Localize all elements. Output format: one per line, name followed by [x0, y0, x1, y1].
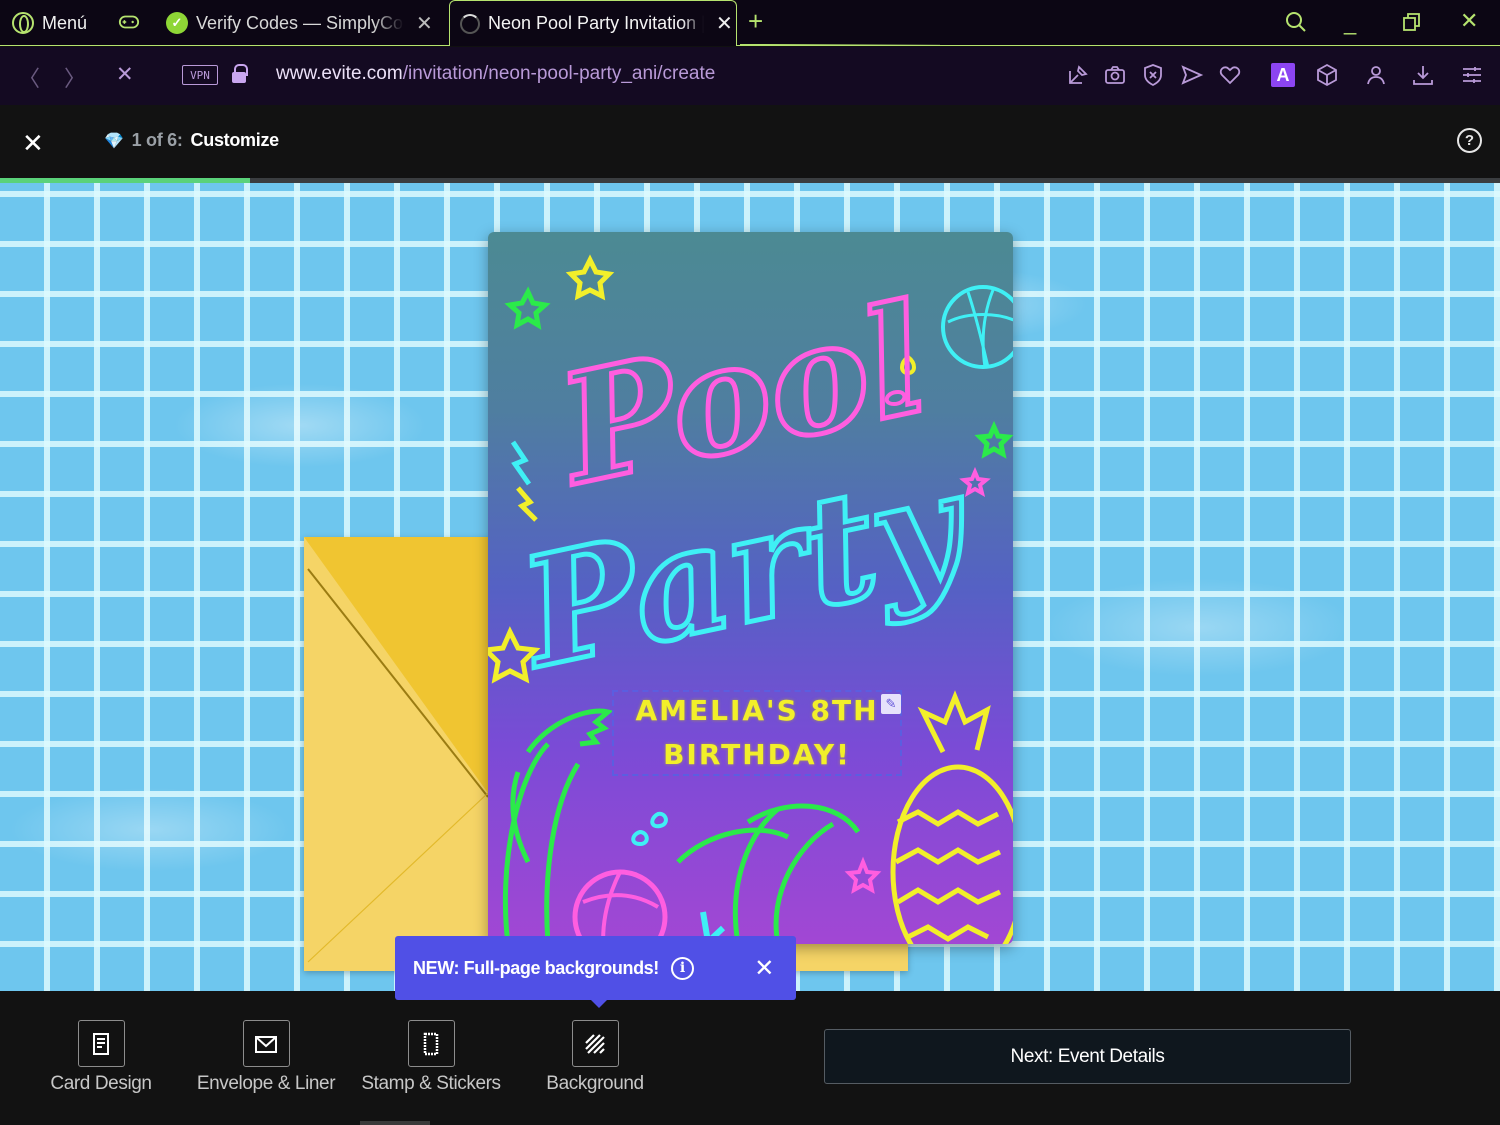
cube-icon[interactable] [1315, 63, 1339, 87]
vpn-badge[interactable]: VPN [182, 65, 218, 85]
window-close-button[interactable]: ✕ [1460, 8, 1478, 34]
loading-spinner-icon [460, 13, 480, 34]
back-button[interactable]: 〈 [18, 61, 40, 93]
easy-setup-icon[interactable] [1460, 63, 1484, 87]
snapshot-edit-icon[interactable] [1066, 63, 1090, 87]
tool-label: Envelope & Liner [196, 1073, 336, 1094]
step-indicator: 💎 1 of 6: Customize [104, 130, 279, 151]
tool-label: Background [546, 1073, 644, 1094]
simplycodes-icon: ✓ [166, 12, 188, 34]
tab-title: Verify Codes — SimplyCodes [196, 12, 404, 33]
tab-close-icon[interactable]: ✕ [716, 11, 733, 36]
star-icon [565, 254, 615, 301]
beach-ball-icon [572, 869, 668, 944]
star-icon [959, 466, 991, 498]
url-host: www.evite.com [276, 63, 403, 84]
tool-label: Stamp & Stickers [361, 1073, 501, 1094]
background-icon [571, 1020, 619, 1067]
tooltip-text: NEW: Full-page backgrounds! [413, 957, 659, 978]
forward-button[interactable]: 〉 [64, 61, 86, 93]
star-icon [844, 856, 882, 894]
tool-envelope-liner[interactable]: Envelope & Liner [181, 1020, 351, 1095]
card-text-line2: BIRTHDAY! [663, 738, 851, 771]
opera-logo-icon [12, 12, 34, 34]
camera-icon[interactable] [1103, 63, 1127, 87]
star-icon [504, 286, 551, 330]
info-icon[interactable]: i [670, 956, 694, 980]
aria-icon[interactable]: A [1271, 63, 1295, 87]
url-field[interactable]: www.evite.com/invitation/neon-pool-party… [276, 63, 715, 85]
restore-icon[interactable] [1402, 12, 1422, 32]
help-button[interactable]: ? [1457, 128, 1482, 153]
star-icon [488, 626, 541, 684]
card-event-text[interactable]: AMELIA'S 8TH BIRTHDAY! [612, 690, 902, 776]
tab-title: Neon Pool Party Invitation | Evite [488, 13, 704, 33]
tool-background[interactable]: Background [510, 1020, 680, 1095]
tab-loading-bar [740, 44, 940, 46]
minimize-button[interactable]: _ [1344, 10, 1356, 36]
customize-toolbar: Card Design Envelope & Liner Stamp & Sti… [0, 991, 1500, 1125]
tab-verify-codes[interactable]: ✓ Verify Codes — SimplyCodes ✕ [166, 0, 438, 46]
envelope-icon [242, 1020, 290, 1067]
stamp-icon [407, 1020, 455, 1067]
lock-icon[interactable] [232, 64, 248, 83]
toolbar-scroll-indicator[interactable] [360, 1121, 430, 1125]
opera-menu-button[interactable]: Menú [12, 10, 87, 36]
search-icon[interactable] [1284, 10, 1308, 34]
diamond-icon: 💎 [104, 132, 124, 150]
url-path: /invitation/neon-pool-party_ani/create [402, 63, 716, 84]
tool-card-design[interactable]: Card Design [16, 1020, 186, 1095]
gamepad-icon[interactable] [118, 12, 140, 32]
tool-stamp-stickers[interactable]: Stamp & Stickers [346, 1020, 516, 1095]
menu-label: Menú [42, 12, 88, 33]
step-name: Customize [190, 130, 280, 150]
new-feature-tooltip: NEW: Full-page backgrounds! i ✕ [395, 936, 796, 1008]
pool-background-canvas: Pool Party AMELIA'S 8TH BIRTHDAY! ✎ [0, 183, 1500, 991]
tooltip-close-button[interactable]: ✕ [754, 954, 774, 983]
adblock-shield-icon[interactable] [1141, 63, 1165, 87]
invitation-card[interactable]: Pool Party AMELIA'S 8TH BIRTHDAY! ✎ [488, 232, 1013, 944]
heart-icon[interactable] [1218, 63, 1242, 87]
next-event-details-button[interactable]: Next: Event Details [824, 1029, 1351, 1084]
new-tab-button[interactable]: + [748, 6, 763, 37]
star-icon [974, 420, 1013, 459]
exit-editor-button[interactable]: ✕ [22, 128, 44, 159]
step-count: 1 of 6: [131, 130, 183, 150]
tool-label: Card Design [50, 1073, 152, 1094]
profile-icon[interactable] [1364, 63, 1388, 87]
card-artwork: Pool Party [488, 254, 1013, 944]
address-bar: 〈 〉 ✕ VPN www.evite.com/invitation/neon-… [0, 47, 1500, 105]
card-design-icon [77, 1020, 125, 1067]
tab-close-icon[interactable]: ✕ [416, 11, 433, 36]
send-icon[interactable] [1180, 63, 1204, 87]
edit-pencil-icon[interactable]: ✎ [881, 694, 901, 714]
editor-header: ✕ 💎 1 of 6: Customize ? [0, 105, 1500, 180]
browser-tab-strip: Menú ✓ Verify Codes — SimplyCodes ✕ Neon… [0, 0, 1500, 46]
download-icon[interactable] [1411, 63, 1435, 87]
tab-neon-pool-party[interactable]: Neon Pool Party Invitation | Evite ✕ [449, 0, 737, 46]
card-text-line1: AMELIA'S 8TH [635, 694, 879, 727]
stop-loading-button[interactable]: ✕ [116, 62, 134, 87]
